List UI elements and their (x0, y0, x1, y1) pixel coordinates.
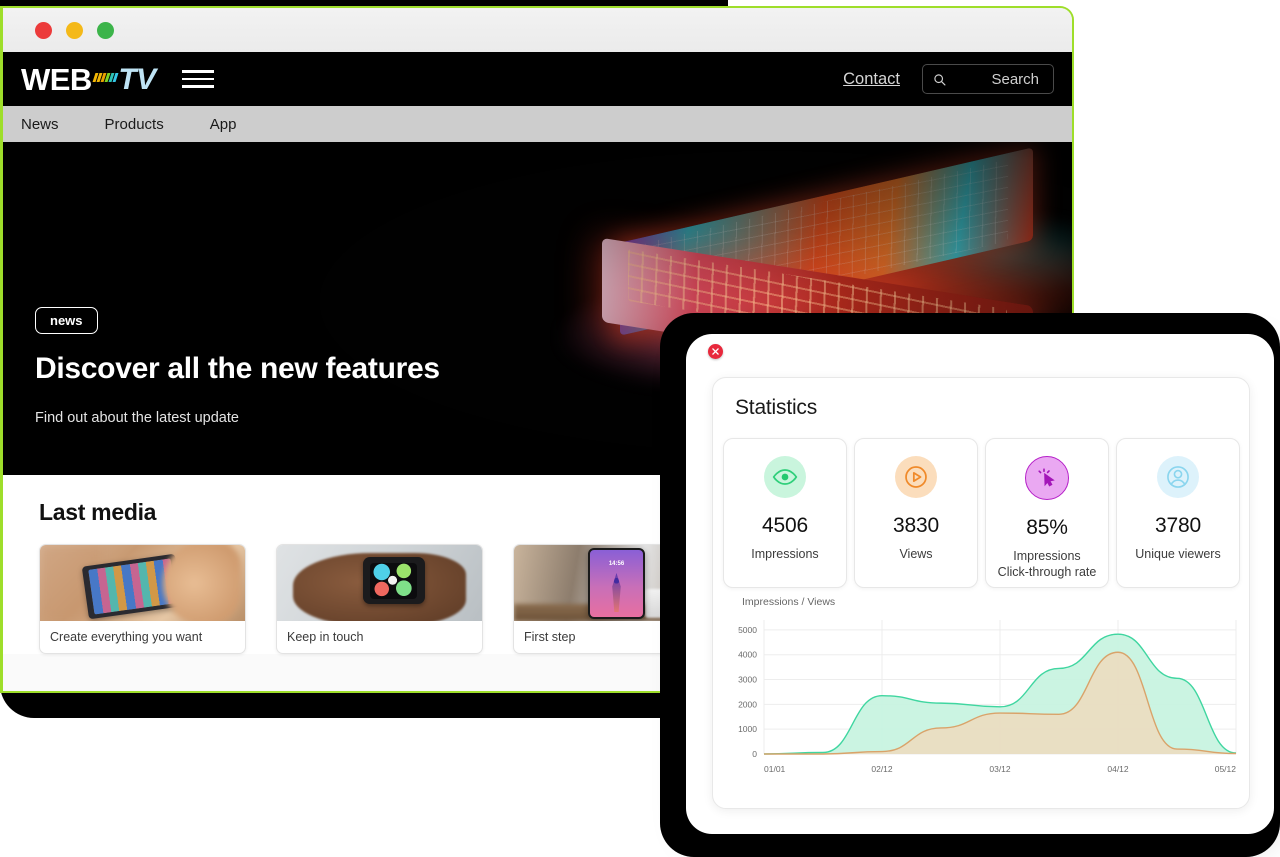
y-axis-tick: 1000 (738, 724, 757, 734)
search-input[interactable]: Search (922, 64, 1054, 94)
stat-tile-impressions[interactable]: 4506 Impressions (723, 438, 847, 588)
logo-web-text: WEB (21, 61, 92, 97)
search-icon (934, 73, 946, 86)
close-icon (712, 348, 719, 355)
y-axis-tick: 3000 (738, 675, 757, 685)
x-axis-tick: 03/12 (989, 764, 1011, 774)
impressions-views-chart: Impressions / Views 0 1000 2000 3000 4000 500… (724, 596, 1244, 786)
chart-svg: 0 1000 2000 3000 4000 5000 01/01 02/12 03/12 04/1… (738, 620, 1237, 774)
close-button[interactable] (708, 344, 723, 359)
traffic-light-maximize-icon[interactable] (97, 21, 114, 39)
site-nav: News Products App (3, 106, 1072, 142)
hero-badge: news (35, 307, 98, 334)
stat-label-line1: Impressions (1013, 549, 1081, 563)
user-icon (1157, 456, 1199, 498)
site-header: WEB TV Contact Search (3, 52, 1072, 106)
stat-value: 3780 (1155, 514, 1201, 537)
site-logo[interactable]: WEB TV (21, 64, 156, 95)
contact-link[interactable]: Contact (843, 70, 900, 89)
browser-titlebar (3, 8, 1072, 52)
media-card-caption: Keep in touch (287, 630, 364, 644)
stat-value: 3830 (893, 514, 939, 537)
x-axis-tick: 04/12 (1107, 764, 1129, 774)
logo-dashes-icon (92, 72, 118, 82)
statistics-title: Statistics (735, 396, 818, 419)
traffic-light-minimize-icon[interactable] (66, 21, 83, 39)
media-card[interactable]: Keep in touch (276, 544, 483, 654)
eye-icon (764, 456, 806, 498)
stat-label: Impressions (751, 547, 819, 561)
y-axis-tick: 5000 (738, 625, 757, 635)
header-right-group: Contact Search (843, 64, 1054, 94)
hamburger-icon[interactable] (181, 70, 214, 88)
chart-legend: Impressions / Views (742, 596, 836, 608)
nav-item-products[interactable]: Products (105, 116, 164, 133)
media-card-thumbnail (40, 545, 245, 621)
x-axis-tick: 02/12 (871, 764, 893, 774)
stat-label-line2: Click-through rate (997, 564, 1097, 579)
stat-label: Views (899, 547, 933, 561)
play-icon (895, 456, 937, 498)
stat-tile-unique-viewers[interactable]: 3780 Unique viewers (1116, 438, 1240, 588)
stat-tile-views[interactable]: 3830 Views (854, 438, 978, 588)
hero-title: Discover all the new features (35, 352, 440, 385)
nav-item-news[interactable]: News (21, 116, 59, 133)
y-axis-tick: 0 (752, 749, 757, 759)
y-axis-tick: 2000 (738, 699, 757, 709)
stat-tile-list: 4506 Impressions 3830 Views 85% Impressi… (723, 438, 1249, 588)
media-card-caption: Create everything you want (50, 630, 203, 644)
stat-label: Impressions Click-through rate (998, 549, 1097, 580)
y-axis-tick: 4000 (738, 650, 757, 660)
stat-value: 85% (1026, 516, 1068, 539)
x-axis-tick: 01/01 (764, 764, 786, 774)
media-card-thumbnail (277, 545, 482, 621)
stat-tile-ctr[interactable]: 85% Impressions Click-through rate (985, 438, 1109, 588)
x-axis-tick: 05/12 (1215, 764, 1237, 774)
media-card[interactable]: Create everything you want (39, 544, 246, 654)
logo-tv-text: TV (118, 62, 156, 96)
nav-item-app[interactable]: App (210, 116, 237, 133)
hero-subtitle: Find out about the latest update (35, 410, 239, 426)
stat-value: 4506 (762, 514, 808, 537)
cursor-icon (1025, 456, 1069, 500)
stat-label: Unique viewers (1135, 547, 1221, 561)
traffic-light-close-icon[interactable] (35, 21, 52, 39)
search-placeholder: Search (991, 70, 1039, 88)
